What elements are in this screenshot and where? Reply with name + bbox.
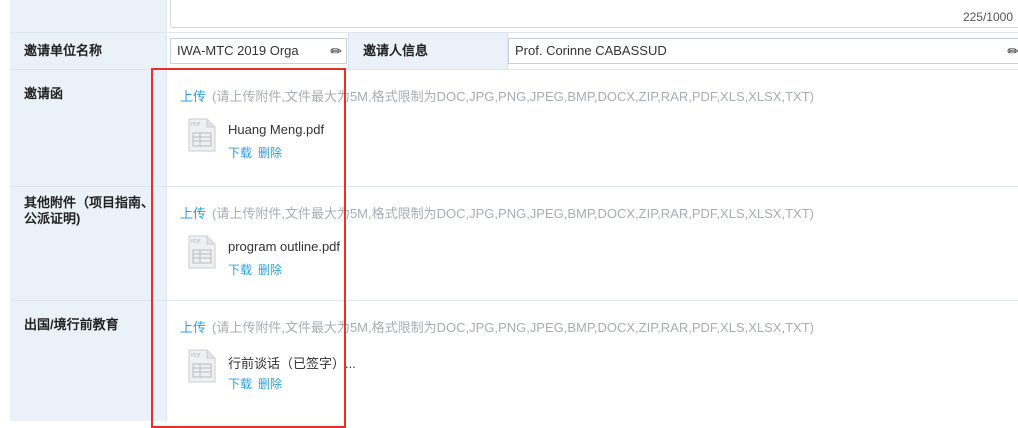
org-name-field[interactable]: IWA-MTC 2019 Orga ✏︎ — [170, 38, 347, 64]
description-row: 225/1000 — [10, 0, 1018, 33]
description-label — [10, 0, 167, 32]
file-icon: PDF — [188, 349, 216, 383]
inviter-info-label: 邀请人信息 — [348, 33, 508, 69]
upload-hint: (请上传附件,文件最大为5M,格式限制为DOC,JPG,PNG,JPEG,BMP… — [212, 320, 814, 335]
section-label: 其他附件（项目指南、公派证明) — [10, 187, 167, 300]
svg-text:PDF: PDF — [191, 353, 201, 359]
invitation-form: 225/1000 邀请单位名称 IWA-MTC 2019 Orga ✏︎ 邀请人… — [10, 0, 1018, 421]
inviter-info-value: Prof. Corinne CABASSUD — [515, 43, 667, 58]
upload-link[interactable]: 上传 — [180, 206, 206, 221]
delete-link[interactable]: 删除 — [258, 263, 282, 277]
attachment-area: 上传 (请上传附件,文件最大为5M,格式限制为DOC,JPG,PNG,JPEG,B… — [168, 187, 1018, 300]
file-name[interactable]: Huang Meng.pdf — [228, 122, 324, 137]
pre-departure-education-row: 出国/境行前教育 上传 (请上传附件,文件最大为5M,格式限制为DOC,JPG,P… — [10, 301, 1018, 421]
attachment-area: 上传 (请上传附件,文件最大为5M,格式限制为DOC,JPG,PNG,JPEG,B… — [168, 70, 1018, 186]
org-name-value: IWA-MTC 2019 Orga — [177, 43, 299, 58]
delete-link[interactable]: 删除 — [258, 377, 282, 391]
upload-line: 上传 (请上传附件,文件最大为5M,格式限制为DOC,JPG,PNG,JPEG,B… — [180, 86, 814, 105]
download-link[interactable]: 下载 — [228, 263, 252, 277]
invitation-letter-row: 邀请函 上传 (请上传附件,文件最大为5M,格式限制为DOC,JPG,PNG,JP… — [10, 70, 1018, 187]
file-icon: PDF — [188, 118, 216, 152]
upload-link[interactable]: 上传 — [180, 89, 206, 104]
attachment-area: 上传 (请上传附件,文件最大为5M,格式限制为DOC,JPG,PNG,JPEG,B… — [168, 301, 1018, 421]
section-label: 邀请函 — [10, 70, 167, 186]
char-counter: 225/1000 — [962, 10, 1013, 24]
delete-link[interactable]: 删除 — [258, 146, 282, 160]
file-icon: PDF — [188, 235, 216, 269]
other-attachments-row: 其他附件（项目指南、公派证明) 上传 (请上传附件,文件最大为5M,格式限制为DO… — [10, 187, 1018, 301]
inviter-row: 邀请单位名称 IWA-MTC 2019 Orga ✏︎ 邀请人信息 Prof. … — [10, 33, 1018, 70]
upload-link[interactable]: 上传 — [180, 320, 206, 335]
description-textarea[interactable]: 225/1000 — [170, 0, 1018, 28]
inviter-info-field[interactable]: Prof. Corinne CABASSUD ✏︎ — [508, 38, 1018, 64]
download-link[interactable]: 下载 — [228, 377, 252, 391]
pencil-icon[interactable]: ✏︎ — [330, 39, 342, 63]
upload-line: 上传 (请上传附件,文件最大为5M,格式限制为DOC,JPG,PNG,JPEG,B… — [180, 317, 814, 336]
upload-hint: (请上传附件,文件最大为5M,格式限制为DOC,JPG,PNG,JPEG,BMP… — [212, 206, 814, 221]
upload-hint: (请上传附件,文件最大为5M,格式限制为DOC,JPG,PNG,JPEG,BMP… — [212, 89, 814, 104]
svg-text:PDF: PDF — [191, 122, 201, 128]
download-link[interactable]: 下载 — [228, 146, 252, 160]
file-name[interactable]: 行前谈话（已签字）... — [228, 353, 356, 372]
pencil-icon[interactable]: ✏︎ — [1007, 39, 1018, 63]
file-name[interactable]: program outline.pdf — [228, 239, 340, 254]
file-actions: 下载 删除 — [228, 375, 288, 392]
org-name-label: 邀请单位名称 — [10, 33, 167, 69]
file-actions: 下载 删除 — [228, 144, 288, 161]
file-actions: 下载 删除 — [228, 261, 288, 278]
section-label: 出国/境行前教育 — [10, 301, 167, 421]
upload-line: 上传 (请上传附件,文件最大为5M,格式限制为DOC,JPG,PNG,JPEG,B… — [180, 203, 814, 222]
svg-text:PDF: PDF — [191, 239, 201, 245]
